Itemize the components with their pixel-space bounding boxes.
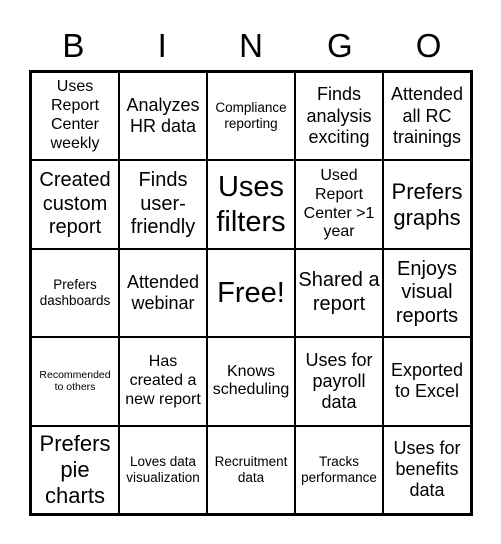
bingo-cell[interactable]: Has created a new report bbox=[119, 337, 207, 426]
bingo-cell[interactable]: Tracks performance bbox=[295, 425, 383, 514]
bingo-cell[interactable]: Recommended to others bbox=[31, 337, 119, 426]
bingo-cell[interactable]: Shared a report bbox=[295, 248, 383, 338]
header-letter-i: I bbox=[157, 27, 167, 64]
bingo-cell[interactable]: Knows scheduling bbox=[207, 337, 295, 426]
bingo-cell[interactable]: Attended webinar bbox=[119, 248, 207, 338]
bingo-cell[interactable]: Uses Report Center weekly bbox=[31, 72, 119, 161]
bingo-cell[interactable]: Analyzes HR data bbox=[119, 72, 207, 161]
bingo-cell[interactable]: Exported to Excel bbox=[383, 337, 471, 426]
bingo-cell[interactable]: Uses for benefits data bbox=[383, 425, 471, 514]
bingo-cell[interactable]: Prefers dashboards bbox=[31, 248, 119, 338]
bingo-cell[interactable]: Prefers graphs bbox=[383, 160, 471, 249]
bingo-cell[interactable]: Finds analysis exciting bbox=[295, 72, 383, 161]
bingo-cell[interactable]: Attended all RC trainings bbox=[383, 72, 471, 161]
header-letter-o: O bbox=[415, 27, 442, 64]
bingo-cell[interactable]: Created custom report bbox=[31, 160, 119, 249]
bingo-header: B I N G O bbox=[29, 26, 473, 66]
free-space[interactable]: Free! bbox=[207, 248, 295, 338]
bingo-cell[interactable]: Finds user-friendly bbox=[119, 160, 207, 249]
bingo-cell[interactable]: Loves data visualization bbox=[119, 425, 207, 514]
bingo-grid: Uses Report Center weekly Analyzes HR da… bbox=[29, 70, 473, 516]
bingo-cell[interactable]: Used Report Center >1 year bbox=[295, 160, 383, 249]
bingo-cell[interactable]: Uses for payroll data bbox=[295, 337, 383, 426]
bingo-cell[interactable]: Prefers pie charts bbox=[31, 425, 119, 514]
bingo-cell[interactable]: Uses filters bbox=[207, 160, 295, 249]
header-letter-g: G bbox=[326, 27, 353, 64]
bingo-cell[interactable]: Recruitment data bbox=[207, 425, 295, 514]
header-letter-b: B bbox=[62, 27, 85, 64]
bingo-cell[interactable]: Compliance reporting bbox=[207, 72, 295, 161]
header-letter-n: N bbox=[239, 27, 263, 64]
bingo-cell[interactable]: Enjoys visual reports bbox=[383, 248, 471, 338]
